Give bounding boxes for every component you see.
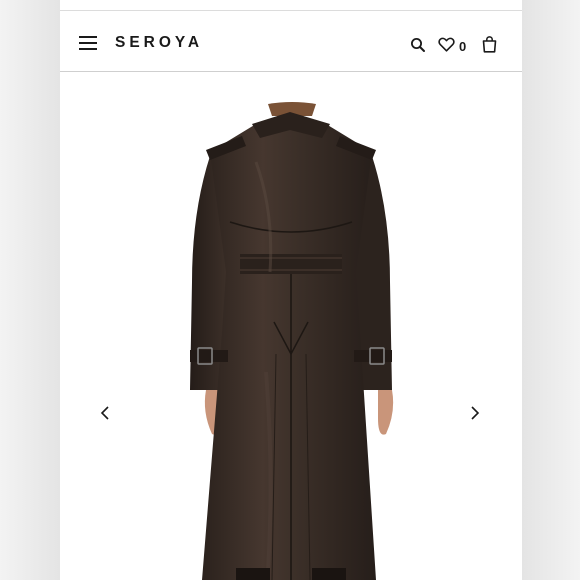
wishlist-count: 0 xyxy=(459,39,467,54)
chevron-left-icon[interactable] xyxy=(98,402,112,424)
product-image-gallery xyxy=(60,72,522,580)
shopping-bag-icon[interactable] xyxy=(482,36,497,53)
chevron-right-icon[interactable] xyxy=(468,402,482,424)
search-icon[interactable] xyxy=(410,37,426,53)
hamburger-menu-icon[interactable] xyxy=(79,35,99,51)
heart-icon[interactable] xyxy=(438,37,455,52)
brand-logo[interactable]: SEROYA xyxy=(115,34,203,52)
product-image[interactable] xyxy=(60,72,522,580)
right-blur-panel xyxy=(522,0,580,580)
mobile-page: SEROYA 0 xyxy=(60,0,522,580)
site-header: SEROYA 0 xyxy=(60,11,522,72)
left-blur-panel xyxy=(0,0,60,580)
